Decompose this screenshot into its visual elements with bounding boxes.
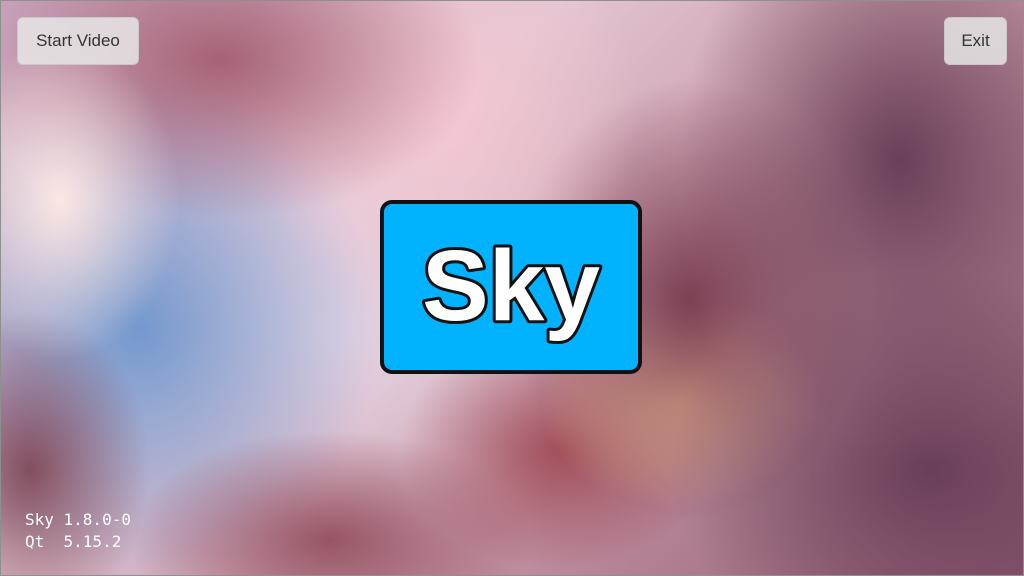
app-version-text: Sky 1.8.0-0 <box>25 510 131 529</box>
version-info: Sky 1.8.0-0 Qt 5.15.2 <box>25 509 131 553</box>
sky-logo-text: Sky <box>422 230 600 342</box>
sky-logo: Sky <box>380 200 642 374</box>
sky-logo-graphic: Sky <box>419 227 603 345</box>
qt-version-text: Qt 5.15.2 <box>25 532 122 551</box>
exit-button[interactable]: Exit <box>944 17 1007 65</box>
start-video-button[interactable]: Start Video <box>17 17 139 65</box>
